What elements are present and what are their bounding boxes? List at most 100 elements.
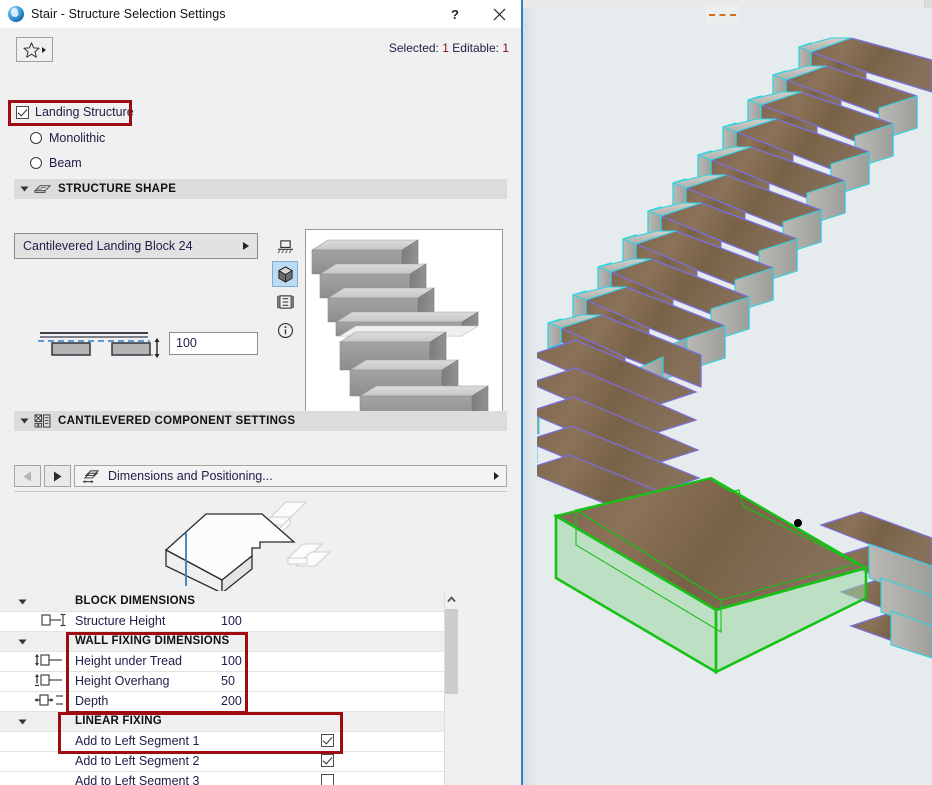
3d-preview-cantilevered-steps (306, 230, 502, 430)
radio-monolithic[interactable]: Monolithic (30, 131, 105, 145)
structure-shape-combo[interactable]: Cantilevered Landing Block 24 (14, 233, 258, 259)
info-button[interactable] (272, 317, 298, 343)
selected-label: Selected: (389, 41, 439, 55)
radio-beam[interactable]: Beam (30, 156, 82, 170)
list-row-depth[interactable]: Depth 200 (0, 691, 459, 711)
list-row-label: Add to Left Segment 2 (75, 754, 199, 768)
list-row-label: Height under Tread (75, 654, 182, 668)
chevron-down-icon (21, 419, 29, 424)
component-page-label: Dimensions and Positioning... (108, 469, 273, 483)
previous-page-button[interactable] (14, 465, 41, 487)
list-row-height-under-tread[interactable]: Height under Tread 100 (0, 651, 459, 671)
close-icon (493, 8, 506, 21)
list-row-add-to-left-segment-2[interactable]: Add to Left Segment 2 (0, 751, 459, 771)
app-root: Stair - Structure Selection Settings ? (0, 0, 932, 785)
3d-view-icon (277, 266, 294, 283)
dashed-line-marker-icon (709, 14, 736, 16)
list-row-add-to-left-segment-1[interactable]: Add to Left Segment 1 (0, 731, 459, 751)
radio-beam-indicator[interactable] (30, 157, 42, 169)
section-header-cantilevered-component-settings[interactable]: CANTILEVERED COMPONENT SETTINGS (14, 411, 507, 431)
dialog-titlebar: Stair - Structure Selection Settings ? (0, 0, 521, 28)
star-icon (23, 42, 40, 58)
3d-view-button[interactable] (272, 261, 298, 287)
list-group-label: WALL FIXING DIMENSIONS (75, 635, 229, 647)
landing-structure-checkbox-row[interactable]: Landing Structure (16, 105, 134, 119)
structure-shape-preview[interactable] (305, 229, 503, 431)
chevron-right-icon (243, 242, 249, 250)
height-dimension-icon (34, 613, 74, 629)
section-view-button[interactable] (272, 233, 298, 259)
next-page-icon (53, 471, 62, 482)
structure-shape-combo-value: Cantilevered Landing Block 24 (23, 239, 193, 253)
component-page-nav: Dimensions and Positioning... (14, 465, 507, 487)
list-row-label: Add to Left Segment 1 (75, 734, 199, 748)
favorites-button[interactable] (16, 37, 53, 62)
list-row-label: Height Overhang (75, 674, 170, 688)
depth-icon (34, 693, 74, 709)
3d-stair-viewport[interactable] (521, 0, 932, 785)
list-row-checkbox-wrap (321, 774, 334, 785)
list-row-checkbox-wrap (321, 754, 334, 770)
slab-icon (34, 184, 51, 195)
chevron-right-icon (494, 472, 499, 480)
list-group-wall-fixing-dimensions[interactable]: WALL FIXING DIMENSIONS (0, 631, 459, 651)
list-row-label: Depth (75, 694, 108, 708)
landing-structure-checkbox[interactable] (16, 106, 29, 119)
slab-thickness-diagram (38, 328, 158, 358)
landing-structure-label: Landing Structure (35, 105, 134, 119)
list-row-add-to-left-segment-3[interactable]: Add to Left Segment 3 (0, 771, 459, 785)
hotspot-dot (794, 519, 802, 527)
dashed-line-marker[interactable] (706, 5, 739, 25)
list-row-value[interactable]: 100 (221, 654, 242, 668)
dialog-title: Stair - Structure Selection Settings (31, 7, 226, 21)
scrollbar-thumb[interactable] (445, 609, 458, 694)
thickness-input[interactable]: 100 (169, 332, 258, 355)
add-to-left-segment-2-checkbox[interactable] (321, 754, 334, 767)
add-to-left-segment-3-checkbox[interactable] (321, 774, 334, 785)
divider (14, 491, 507, 492)
list-row-height-overhang[interactable]: Height Overhang 50 (0, 671, 459, 691)
close-button[interactable] (477, 0, 521, 28)
radio-monolithic-indicator[interactable] (30, 132, 42, 144)
previous-page-icon (23, 471, 32, 482)
dialog-body: Selected: 1 Editable: 1 Landing Structur… (0, 28, 521, 785)
structure-shape-title: STRUCTURE SHAPE (58, 183, 176, 195)
cantilevered-block-figure (160, 498, 340, 593)
component-settings-icon (34, 414, 51, 428)
list-row-value[interactable]: 100 (221, 614, 242, 628)
scroll-up-button[interactable] (444, 591, 459, 608)
component-page-selector[interactable]: Dimensions and Positioning... (74, 465, 507, 487)
next-page-button[interactable] (44, 465, 71, 487)
parameter-list[interactable]: BLOCK DIMENSIONS Structure Height 100 (0, 591, 459, 785)
editable-count: 1 (502, 41, 509, 55)
chevron-right-icon (42, 47, 46, 53)
help-icon: ? (451, 7, 459, 22)
chevron-down-icon (19, 600, 27, 605)
editable-label: Editable: (452, 41, 499, 55)
chevron-down-icon (21, 187, 29, 192)
slab-thickness-icon (38, 328, 160, 360)
3d-stair-scene (521, 0, 932, 785)
titlebar-buttons: ? (433, 0, 521, 28)
list-group-label: BLOCK DIMENSIONS (75, 595, 195, 607)
selection-status: Selected: 1 Editable: 1 (389, 41, 509, 55)
list-view-button[interactable] (272, 289, 298, 315)
preview-view-tools (272, 233, 298, 345)
section-view-icon (277, 239, 294, 254)
cantilevered-component-settings-title: CANTILEVERED COMPONENT SETTINGS (58, 415, 295, 427)
section-header-structure-shape[interactable]: STRUCTURE SHAPE (14, 179, 507, 199)
list-row-value[interactable]: 50 (221, 674, 235, 688)
height-under-tread-icon (34, 653, 74, 669)
list-row-structure-height[interactable]: Structure Height 100 (0, 611, 459, 631)
list-group-block-dimensions[interactable]: BLOCK DIMENSIONS (0, 591, 459, 611)
stair-structure-settings-dialog: Stair - Structure Selection Settings ? (0, 0, 521, 785)
list-group-linear-fixing[interactable]: LINEAR FIXING (0, 711, 459, 731)
help-button[interactable]: ? (433, 0, 477, 28)
add-to-left-segment-1-checkbox[interactable] (321, 734, 334, 747)
list-row-label: Add to Left Segment 3 (75, 774, 199, 785)
list-row-value[interactable]: 200 (221, 694, 242, 708)
list-view-icon (277, 294, 294, 310)
chevron-down-icon (19, 640, 27, 645)
list-row-checkbox-wrap (321, 734, 334, 750)
archicad-sphere-icon (8, 6, 24, 22)
